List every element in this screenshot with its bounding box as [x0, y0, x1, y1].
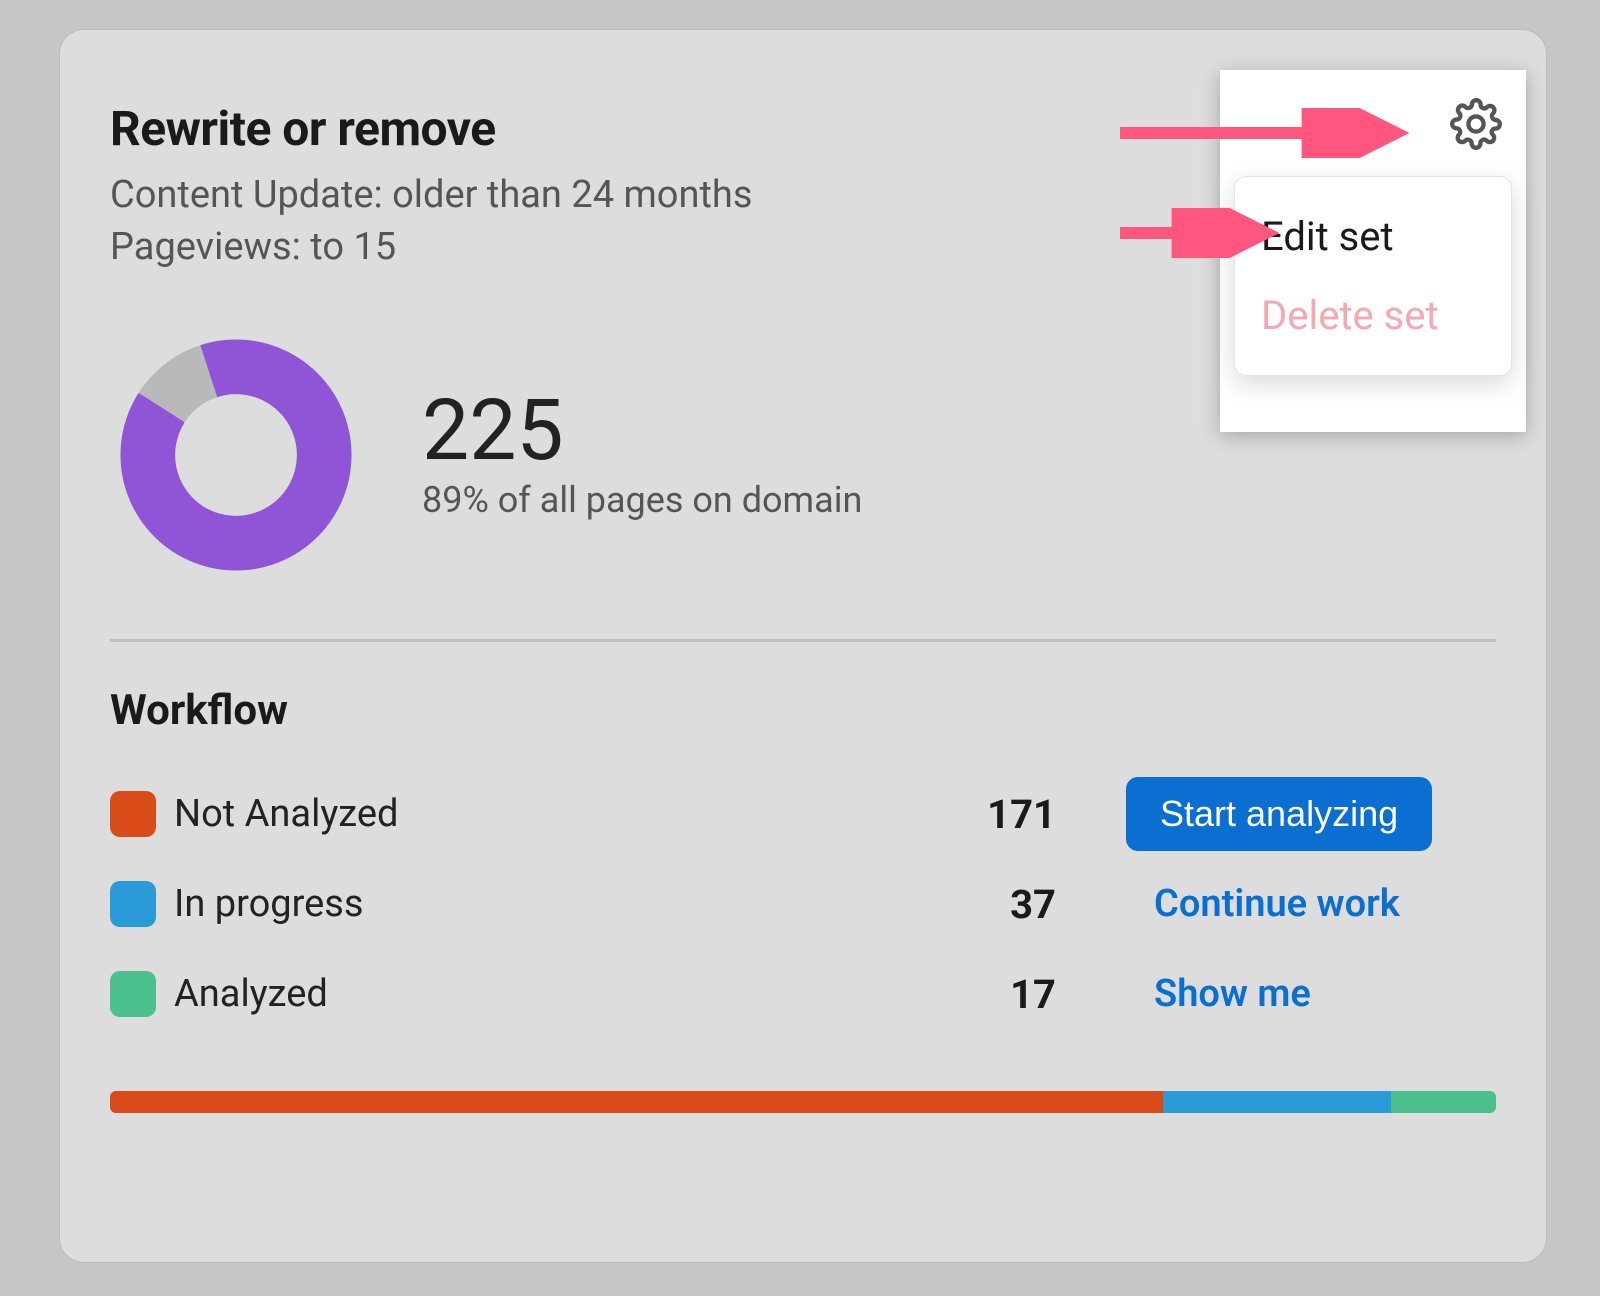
gear-icon	[1450, 98, 1502, 150]
delete-set-menu-item[interactable]: Delete set	[1235, 276, 1511, 355]
start-analyzing-button[interactable]: Start analyzing	[1126, 777, 1432, 851]
status-swatch	[110, 881, 156, 927]
content-set-card: Rewrite or remove Content Update: older …	[60, 30, 1546, 1262]
status-swatch	[110, 791, 156, 837]
settings-popover: Edit setDelete set	[1220, 70, 1526, 432]
workflow-action-cell: Continue work	[1126, 882, 1496, 926]
divider	[110, 639, 1496, 642]
workflow-count: 17	[896, 971, 1056, 1018]
workflow-row: In progress37 Continue work	[110, 859, 1496, 949]
donut-caption: 89% of all pages on domain	[422, 479, 862, 521]
workflow-action-cell: Show me	[1126, 972, 1496, 1016]
workflow-label: In progress	[174, 882, 896, 926]
workflow-stacked-bar	[110, 1091, 1496, 1113]
stacked-bar-segment	[110, 1091, 1163, 1113]
donut-text: 225 89% of all pages on domain	[422, 389, 862, 521]
stacked-bar-segment	[1163, 1091, 1391, 1113]
edit-set-menu-item[interactable]: Edit set	[1235, 197, 1511, 276]
donut-value: 225	[422, 389, 862, 473]
workflow-rows: Not Analyzed171 Start analyzing In progres…	[110, 769, 1496, 1039]
settings-menu: Edit setDelete set	[1234, 176, 1512, 376]
settings-button[interactable]	[1446, 94, 1506, 154]
donut-chart	[110, 329, 362, 581]
show-me-link[interactable]: Show me	[1126, 972, 1311, 1016]
workflow-row: Not Analyzed171 Start analyzing	[110, 769, 1496, 859]
workflow-action-cell: Start analyzing	[1126, 777, 1496, 851]
workflow-row: Analyzed17 Show me	[110, 949, 1496, 1039]
continue-work-link[interactable]: Continue work	[1126, 882, 1400, 926]
workflow-count: 171	[896, 791, 1056, 838]
stacked-bar-segment	[1391, 1091, 1496, 1113]
workflow-count: 37	[896, 881, 1056, 928]
status-swatch	[110, 971, 156, 1017]
workflow-label: Analyzed	[174, 972, 896, 1016]
workflow-label: Not Analyzed	[174, 792, 896, 836]
workflow-heading: Workflow	[110, 686, 1496, 735]
